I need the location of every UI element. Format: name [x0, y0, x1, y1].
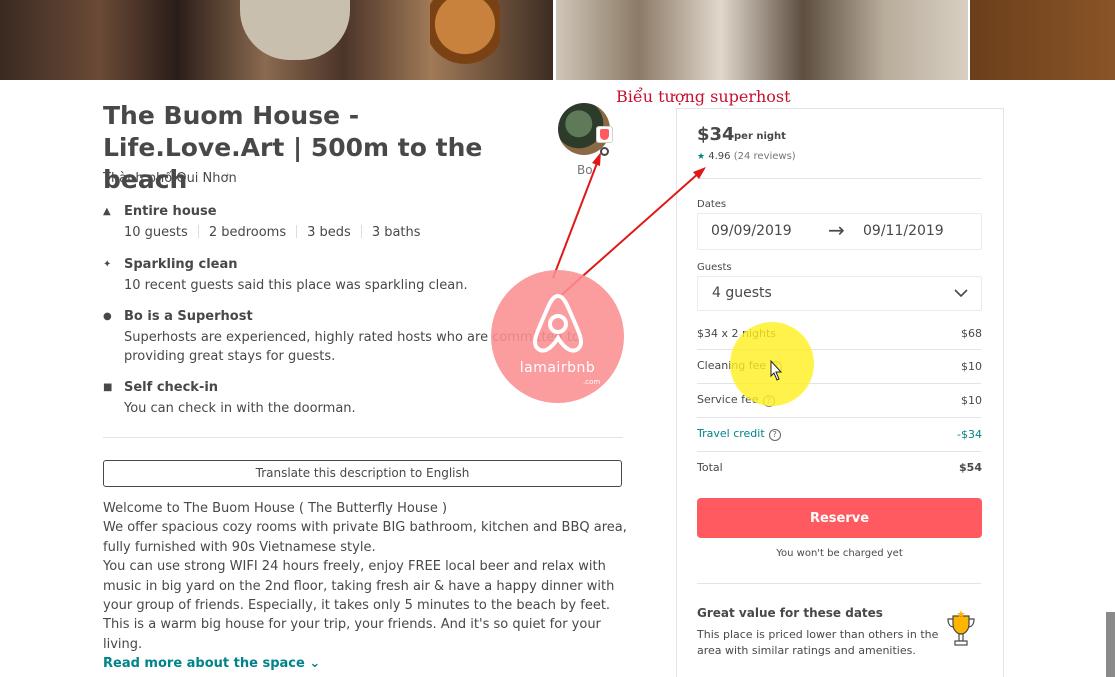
guests-select[interactable]: 4 guests	[697, 276, 982, 311]
date-range-picker[interactable]: 09/09/2019 → 09/11/2019	[697, 213, 982, 250]
feature-desc: You can check in with the doorman.	[124, 401, 356, 416]
reserve-button[interactable]: Reserve	[697, 498, 982, 538]
total-amount: $54	[959, 461, 982, 474]
per-night-label: per night	[734, 131, 786, 142]
feature-desc: 10 recent guests said this place was spa…	[124, 278, 468, 293]
description-line: This is a warm big house for your trip, …	[103, 617, 601, 652]
fact-divider	[296, 225, 298, 238]
fact-baths: 3 baths	[371, 225, 421, 240]
fact-divider	[360, 225, 362, 238]
feature-facts: 10 guests 2 bedrooms 3 beds 3 baths	[124, 223, 421, 242]
read-more-label: Read more about the space	[103, 656, 305, 671]
photo-living-room[interactable]	[0, 0, 553, 80]
feature-title: Bo is a Superhost	[124, 309, 253, 324]
great-value-desc: This place is priced lower than others i…	[697, 628, 939, 657]
check-in-date[interactable]: 09/09/2019	[711, 223, 792, 239]
chevron-down-icon	[954, 289, 968, 298]
panel-divider	[697, 451, 981, 452]
watermark-domain: .com	[583, 378, 601, 386]
dates-label: Dates	[697, 199, 727, 210]
cursor-highlight	[730, 322, 814, 406]
door-icon: ■	[103, 382, 113, 393]
service-fee-amount: $10	[961, 394, 982, 407]
panel-divider	[697, 178, 981, 179]
description-line: You can use strong WIFI 24 hours freely,…	[103, 559, 606, 575]
description-line: your group of friends. Especially, it ta…	[103, 598, 611, 614]
photo-detail-cushion	[240, 0, 350, 60]
house-icon: ▲	[103, 206, 111, 217]
total-label: Total	[697, 461, 723, 474]
description-line: We offer spacious cozy rooms with privat…	[103, 520, 627, 536]
superhost-badge-shape	[600, 129, 609, 140]
description-line: music in big yard on the 2nd floor, taki…	[103, 578, 615, 594]
feature-title: Self check-in	[124, 380, 219, 395]
watermark-logo: lamairbnb .com	[491, 270, 624, 403]
description-line: fully furnished with 90s Vietnamese styl…	[103, 539, 376, 555]
sparkle-icon: ✦	[103, 259, 112, 270]
guests-value: 4 guests	[712, 285, 772, 301]
trophy-icon	[947, 610, 975, 646]
arrow-right-icon: →	[828, 218, 845, 242]
fact-divider	[197, 225, 199, 238]
nightly-price: $34	[697, 124, 735, 145]
panel-divider	[697, 583, 981, 584]
feature-title: Entire house	[124, 204, 217, 219]
description-line: Welcome to The Buom House ( The Butterfl…	[103, 501, 448, 516]
photo-detail-guitar	[430, 0, 500, 80]
fact-guests: 10 guests	[124, 225, 188, 240]
watermark-text: lamairbnb	[519, 360, 596, 376]
guests-label: Guests	[697, 262, 732, 273]
cleaning-fee-amount: $10	[961, 360, 982, 373]
medal-icon: ●	[103, 311, 112, 322]
rating-summary[interactable]: ★ 4.96 (24 reviews)	[697, 151, 796, 162]
review-count: (24 reviews)	[733, 151, 796, 162]
photo-lounge[interactable]	[556, 0, 968, 80]
nights-amount: $68	[961, 327, 982, 340]
star-icon: ★	[697, 152, 706, 162]
airbnb-logo-icon	[532, 293, 584, 353]
scrollbar-thumb[interactable]	[1106, 612, 1115, 677]
no-charge-note: You won't be charged yet	[776, 548, 903, 559]
listing-description: Welcome to The Buom House ( The Butterfl…	[103, 499, 633, 654]
host-verified-dot	[600, 147, 609, 156]
host-name[interactable]: Bo	[577, 163, 593, 177]
listing-photos[interactable]	[0, 0, 1115, 80]
travel-credit-row: Travel credit?	[697, 427, 781, 441]
panel-divider	[697, 417, 981, 418]
superhost-annotation-label: Biểu tượng superhost	[616, 87, 791, 106]
listing-location[interactable]: Thành phố Qui Nhơn	[103, 171, 237, 186]
section-divider	[103, 437, 623, 438]
feature-title: Sparkling clean	[124, 257, 238, 272]
travel-credit-amount: -$34	[957, 428, 982, 441]
travel-credit-label[interactable]: Travel credit	[697, 427, 765, 440]
info-icon[interactable]: ?	[768, 429, 781, 441]
photo-wood[interactable]	[970, 0, 1115, 80]
rating-value: 4.96	[708, 151, 731, 162]
superhost-badge-icon	[596, 126, 613, 143]
fact-bedrooms: 2 bedrooms	[208, 225, 287, 240]
great-value-title: Great value for these dates	[697, 606, 883, 620]
translate-button[interactable]: Translate this description to English	[103, 460, 622, 487]
read-more-link[interactable]: Read more about the space ⌄	[103, 656, 320, 671]
check-out-date[interactable]: 09/11/2019	[863, 223, 944, 239]
fact-beds: 3 beds	[307, 225, 351, 240]
chevron-down-icon: ⌄	[309, 656, 321, 671]
